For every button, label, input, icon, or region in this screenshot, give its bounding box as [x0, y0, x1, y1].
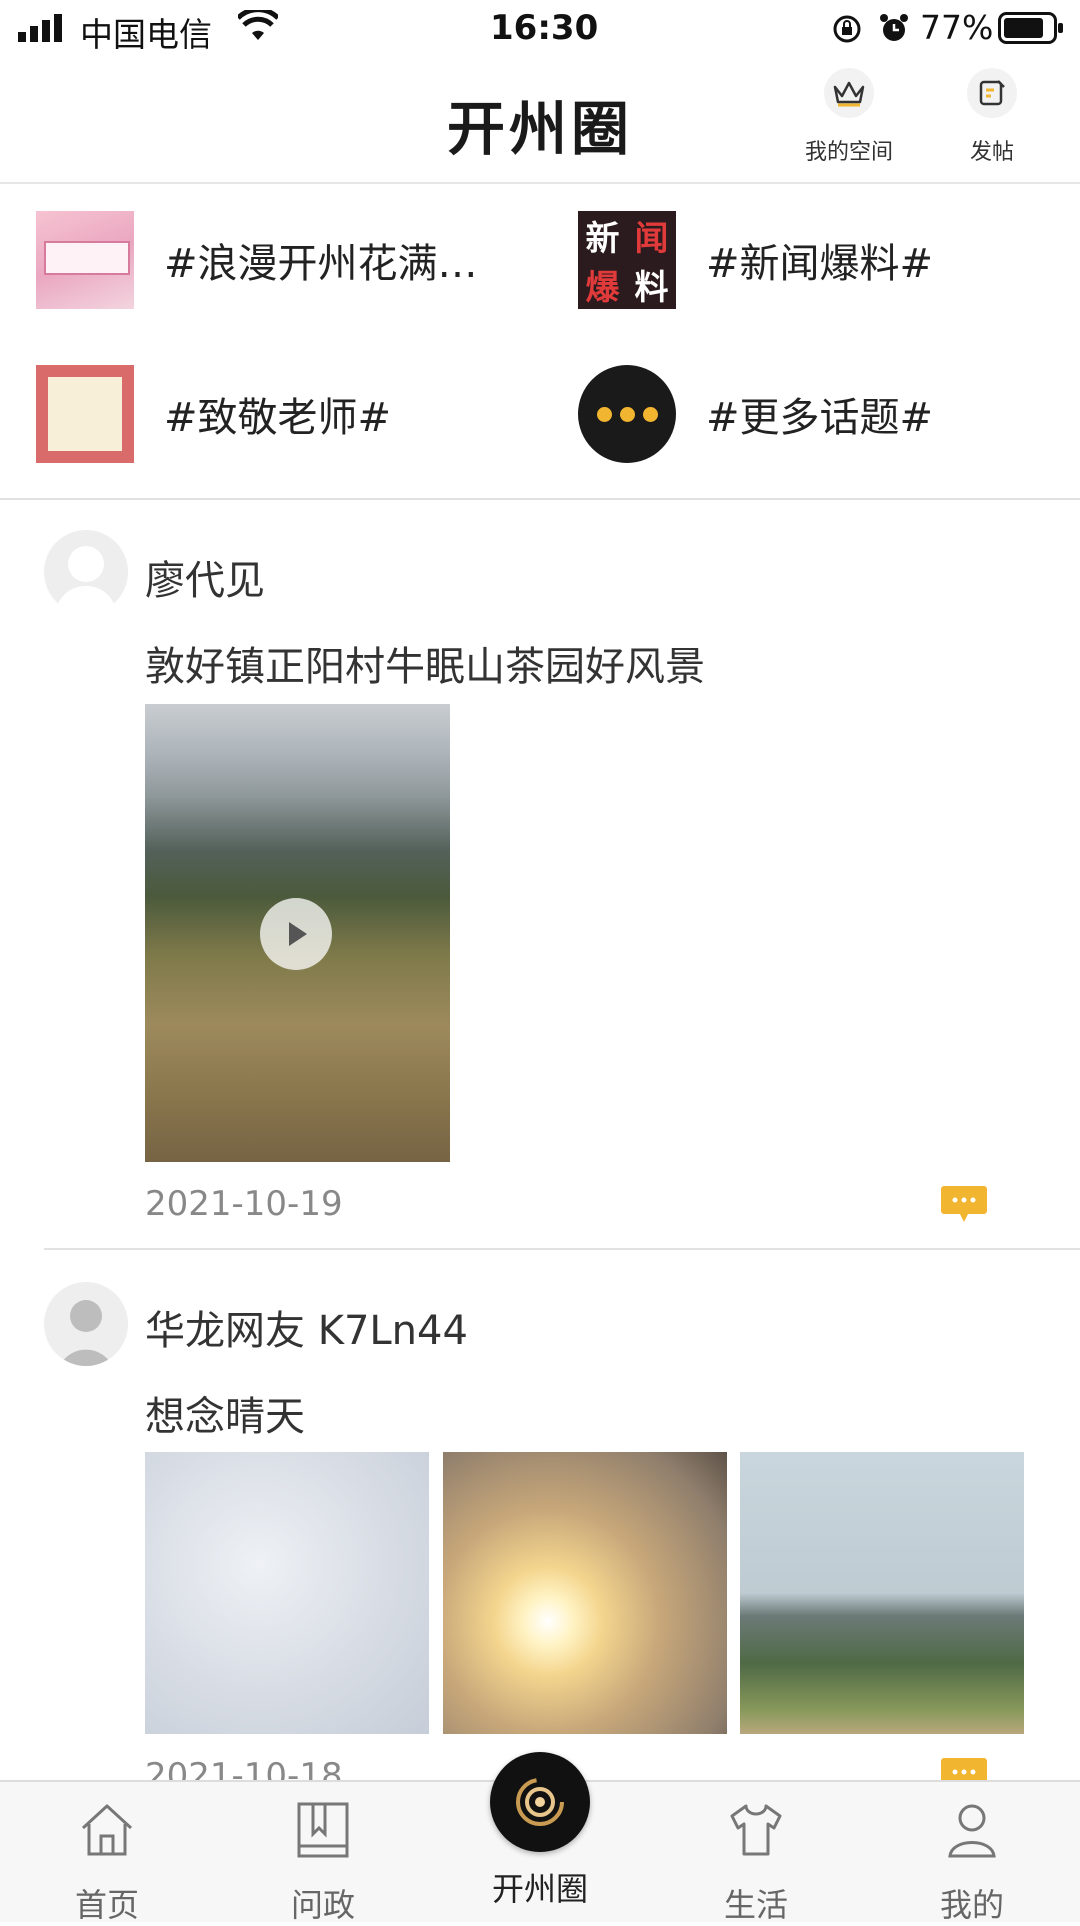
tab-label: 首页	[74, 1886, 139, 1924]
home-icon	[81, 1804, 133, 1856]
app-header: 开州圈 我的空间 发帖	[0, 60, 1080, 184]
battery-percent: 77%	[920, 8, 994, 47]
comment-icon[interactable]	[940, 1184, 988, 1224]
avatar[interactable]	[44, 1282, 128, 1366]
topic-label: #更多话题#	[706, 395, 934, 441]
book-icon	[297, 1802, 349, 1858]
tab-life[interactable]: 生活	[686, 1800, 826, 1926]
topic-label: #浪漫开州花满…	[164, 241, 478, 287]
post-text[interactable]: 敦好镇正阳村牛眠山茶园好风景	[145, 634, 705, 692]
username[interactable]: 廖代见	[145, 548, 265, 606]
edit-icon	[967, 68, 1017, 118]
post-image-sunset[interactable]	[443, 1452, 727, 1734]
post-label: 发帖	[969, 140, 1014, 165]
post-date: 2021-10-19	[145, 1184, 343, 1224]
topic-item-flower[interactable]: #浪漫开州花满…	[36, 210, 478, 310]
flower-promo-thumbnail	[36, 211, 134, 309]
topic-item-news[interactable]: 新 闻 爆 料 #新闻爆料#	[578, 210, 933, 310]
my-space-label: 我的空间	[804, 140, 893, 165]
tab-kaizhou-circle[interactable]: 开州圈	[470, 1752, 610, 1910]
teacher-tribute-thumbnail	[36, 365, 134, 463]
circle-icon	[490, 1752, 590, 1852]
thumb-char: 新	[585, 219, 620, 259]
topic-item-more[interactable]: #更多话题#	[578, 364, 933, 464]
page-title: 开州圈	[446, 95, 633, 163]
post-button[interactable]: 发帖	[937, 68, 1047, 166]
news-tip-thumbnail: 新 闻 爆 料	[578, 211, 676, 309]
avatar[interactable]	[44, 530, 128, 614]
signal-icon	[18, 14, 62, 42]
tab-label: 生活	[723, 1886, 788, 1924]
person-icon	[948, 1804, 996, 1858]
rotation-lock-icon	[833, 15, 861, 43]
clock-time: 16:30	[490, 8, 599, 48]
wifi-icon	[238, 10, 278, 40]
post-text[interactable]: 想念晴天	[145, 1384, 305, 1442]
my-space-button[interactable]: 我的空间	[794, 68, 904, 166]
crown-icon	[824, 68, 874, 118]
tab-label: 问政	[290, 1886, 355, 1924]
carrier-name: 中国电信	[80, 15, 212, 54]
tab-label: 我的	[939, 1886, 1004, 1924]
topic-label: #新闻爆料#	[706, 241, 934, 287]
divider	[44, 1248, 1080, 1250]
tab-home[interactable]: 首页	[37, 1800, 177, 1926]
status-bar: 中国电信 16:30 77%	[0, 0, 1080, 60]
post-image-clouds[interactable]	[145, 1452, 429, 1734]
video-thumbnail[interactable]	[145, 704, 450, 1162]
alarm-icon	[880, 14, 908, 41]
thumb-char: 闻	[634, 219, 669, 259]
topic-item-teacher[interactable]: #致敬老师#	[36, 364, 391, 464]
post-image-mountains[interactable]	[740, 1452, 1024, 1734]
more-dots-icon	[578, 365, 676, 463]
tab-mine[interactable]: 我的	[902, 1800, 1042, 1926]
thumb-char: 料	[634, 268, 669, 308]
username[interactable]: 华龙网友 K7Ln44	[145, 1298, 468, 1356]
battery-icon	[998, 12, 1063, 44]
thumb-char: 爆	[585, 268, 620, 308]
tab-label: 开州圈	[491, 1870, 588, 1908]
topic-label: #致敬老师#	[164, 395, 392, 441]
bottom-tab-bar: 首页 问政 开州圈 生活 我的	[0, 1752, 1080, 1924]
tab-wenzheng[interactable]: 问政	[253, 1800, 393, 1926]
topic-grid: #浪漫开州花满… 新 闻 爆 料 #新闻爆料# #致敬老师# #更多话题#	[0, 184, 1080, 500]
play-icon[interactable]	[260, 898, 332, 970]
shirt-icon	[730, 1804, 782, 1856]
